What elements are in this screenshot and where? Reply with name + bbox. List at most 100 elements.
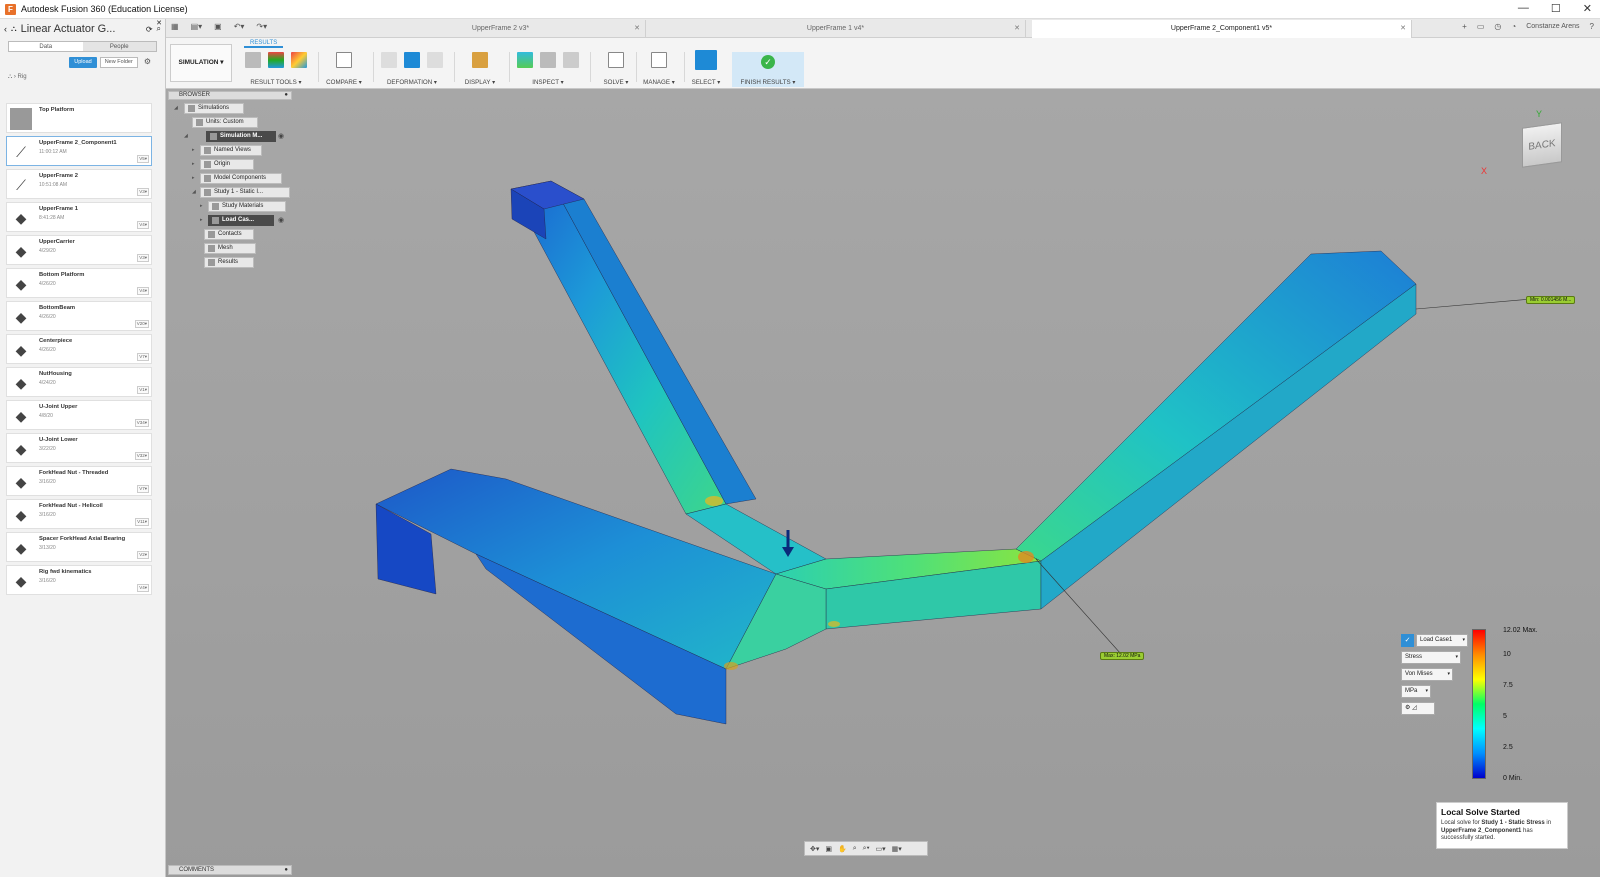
version-badge[interactable]: V4▾ xyxy=(137,221,149,229)
project-title[interactable]: Linear Actuator G... xyxy=(21,23,142,35)
comments-pin-icon[interactable]: ● xyxy=(284,866,288,874)
version-badge[interactable]: V20▾ xyxy=(134,320,149,328)
viewcube-back-face[interactable]: BACK xyxy=(1522,122,1562,168)
legend-resize-icon[interactable]: ◿ xyxy=(1412,705,1417,711)
close-tab-icon[interactable]: ✕ xyxy=(634,20,640,37)
expand-icon[interactable]: ▸ xyxy=(200,203,203,209)
home-icon[interactable]: ⛬ xyxy=(8,74,12,80)
legend-settings-icon[interactable]: ⚙ xyxy=(1405,705,1410,711)
select-cursor-icon[interactable] xyxy=(695,50,717,70)
maximize-icon[interactable]: ☐ xyxy=(1551,2,1561,15)
tab-upperframe2-component1[interactable]: UpperFrame 2_Component1 v5* ✕ xyxy=(1032,20,1412,38)
expand-icon[interactable]: ▸ xyxy=(192,147,195,153)
browser-node[interactable]: Mesh xyxy=(204,243,256,254)
expand-icon[interactable]: ◢ xyxy=(192,189,196,195)
redo-icon[interactable]: ↷▾ xyxy=(256,22,267,31)
back-icon[interactable]: ‹ xyxy=(4,24,7,34)
result-type-select[interactable]: Stress ▾ xyxy=(1401,651,1461,664)
result-tools-group[interactable]: RESULT TOOLS ▾ xyxy=(240,50,312,87)
surface-probe-icon[interactable] xyxy=(540,52,556,68)
file-item[interactable]: ◆ Rig fwd kinematics 3/16/20 V4▾ xyxy=(6,565,152,595)
file-item[interactable]: ◆ U-Joint Lower 3/22/20 V32▾ xyxy=(6,433,152,463)
file-item[interactable]: ◆ Bottom Platform 4/26/20 V4▾ xyxy=(6,268,152,298)
grid-menu-icon[interactable]: ▦ xyxy=(171,22,179,31)
file-item[interactable]: ◆ Centerpiece 4/26/20 V7▾ xyxy=(6,334,152,364)
browser-node[interactable]: Simulations xyxy=(184,103,244,114)
new-folder-button[interactable]: New Folder xyxy=(99,57,138,68)
expand-icon[interactable]: ▸ xyxy=(192,161,195,167)
file-item[interactable]: ◆ Spacer ForkHead Axial Bearing 3/13/20 V2▾ xyxy=(6,532,152,562)
max-probe-label[interactable]: Max: 12.02 MPa xyxy=(1100,652,1145,660)
activate-radio-icon[interactable]: ◉ xyxy=(278,132,284,140)
display-icon[interactable] xyxy=(472,52,488,68)
help-icon[interactable]: ? xyxy=(1590,22,1594,31)
solve-label[interactable]: SOLVE ▾ xyxy=(593,79,639,86)
results-tab[interactable]: RESULTS xyxy=(244,40,284,48)
close-icon[interactable]: ✕ xyxy=(1583,2,1592,15)
tab-people[interactable]: People xyxy=(82,42,156,51)
finish-results-group[interactable]: ✓ FINISH RESULTS ▾ xyxy=(732,52,804,87)
save-icon[interactable]: ▣ xyxy=(214,22,222,31)
browser-node[interactable]: Load Cas... xyxy=(208,215,274,226)
file-item[interactable]: ◆ U-Joint Upper 4/8/20 V34▾ xyxy=(6,400,152,430)
view-cube[interactable]: BACK xyxy=(1520,117,1564,168)
browser-node[interactable]: Units: Custom xyxy=(192,117,258,128)
browser-header[interactable]: BROWSER ● xyxy=(168,91,292,100)
tab-upperframe1[interactable]: UpperFrame 1 v4* ✕ xyxy=(646,20,1026,38)
file-item[interactable]: ◆ ForkHead Nut - Helicoil 3/16/20 V11▾ xyxy=(6,499,152,529)
inspect-label[interactable]: INSPECT ▾ xyxy=(512,79,584,86)
file-item[interactable]: ◆ NutHousing 4/24/20 V1▾ xyxy=(6,367,152,397)
deformation-label[interactable]: DEFORMATION ▾ xyxy=(376,79,448,86)
close-tab-icon[interactable]: ✕ xyxy=(1014,20,1020,37)
result-tool-icon[interactable] xyxy=(245,52,261,68)
legend-options[interactable]: ⚙ ◿ xyxy=(1401,702,1435,715)
solve-notification[interactable]: Local Solve Started Local solve for Stud… xyxy=(1436,802,1568,849)
tab-data[interactable]: Data xyxy=(9,42,83,51)
notifications-icon[interactable]: ◔ xyxy=(1511,22,1516,31)
minimize-icon[interactable]: — xyxy=(1518,2,1529,15)
grid-settings-icon[interactable]: ▦▾ xyxy=(892,845,902,853)
activate-radio-icon[interactable]: ◉ xyxy=(278,216,284,224)
display-label[interactable]: DISPLAY ▾ xyxy=(457,79,503,86)
expand-icon[interactable]: ▸ xyxy=(200,217,203,223)
probe-icon[interactable] xyxy=(517,52,533,68)
select-label[interactable]: SELECT ▾ xyxy=(686,79,726,86)
undo-icon[interactable]: ↶▾ xyxy=(234,22,245,31)
compare-group[interactable]: COMPARE ▾ xyxy=(321,50,367,87)
result-tools-label[interactable]: RESULT TOOLS ▾ xyxy=(240,79,312,86)
unit-select[interactable]: MPa ▾ xyxy=(1401,685,1431,698)
file-item[interactable]: ▬ Top Platform xyxy=(6,103,152,133)
file-item[interactable]: ◆ ForkHead Nut - Threaded 3/16/20 V7▾ xyxy=(6,466,152,496)
solve-icon[interactable] xyxy=(608,52,624,68)
refresh-icon[interactable]: ⟳ xyxy=(146,25,153,34)
version-badge[interactable]: V11▾ xyxy=(135,518,149,526)
new-tab-icon[interactable]: + xyxy=(1462,22,1467,31)
version-badge[interactable]: V32▾ xyxy=(134,452,149,460)
browser-node[interactable]: Study Materials xyxy=(208,201,286,212)
version-badge[interactable]: V5▾ xyxy=(137,155,149,163)
browser-node[interactable]: Results xyxy=(204,257,254,268)
file-item[interactable]: ⟋ UpperFrame 2 10:51:08 AM V3▾ xyxy=(6,169,152,199)
pan-icon[interactable]: ✋ xyxy=(838,845,847,853)
deform-none-icon[interactable] xyxy=(381,52,397,68)
tab-upperframe2[interactable]: UpperFrame 2 v3* ✕ xyxy=(356,20,646,38)
file-item[interactable]: ⟋ UpperFrame 2_Component1 11:00:12 AM V5▾ xyxy=(6,136,152,166)
version-badge[interactable]: V3▾ xyxy=(137,254,149,262)
legend-check-icon[interactable]: ✓ xyxy=(1401,634,1414,647)
browser-node[interactable]: Model Components xyxy=(200,173,282,184)
version-badge[interactable]: V4▾ xyxy=(137,287,149,295)
3d-viewport[interactable]: X Y BROWSER ● Simulations ◢ Units: Custom Si… xyxy=(166,89,1600,877)
expand-icon[interactable]: ◢ xyxy=(174,105,178,111)
hub-icon[interactable]: ⛬ xyxy=(11,24,17,34)
multi-result-icon[interactable] xyxy=(291,52,307,68)
expand-icon[interactable]: ▸ xyxy=(192,175,195,181)
file-menu-icon[interactable]: ▤▾ xyxy=(191,22,203,31)
browser-node[interactable]: Contacts xyxy=(204,229,254,240)
zoom-icon[interactable]: ⌕ xyxy=(853,845,857,853)
browser-node[interactable]: Named Views xyxy=(200,145,262,156)
manage-label[interactable]: MANAGE ▾ xyxy=(636,79,682,86)
color-result-icon[interactable] xyxy=(268,52,284,68)
version-badge[interactable]: V1▾ xyxy=(137,386,149,394)
compare-label[interactable]: COMPARE ▾ xyxy=(321,79,367,86)
breadcrumb[interactable]: ⛬ › Rig xyxy=(0,70,165,83)
